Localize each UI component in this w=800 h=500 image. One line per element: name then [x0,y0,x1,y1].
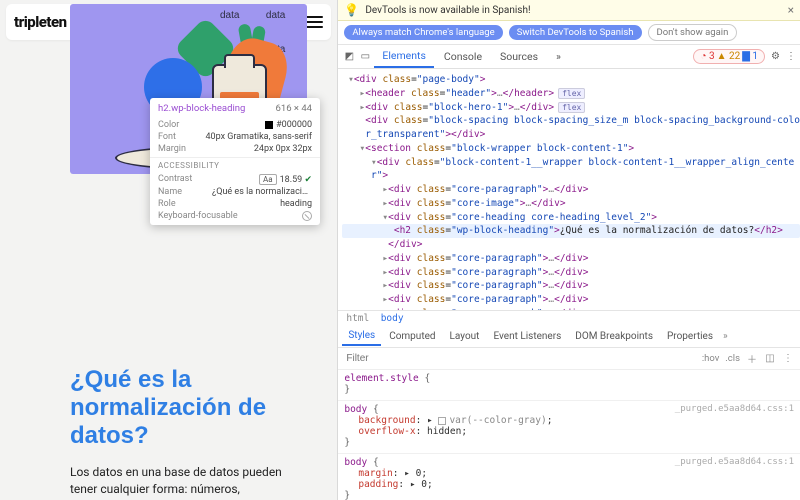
tooltip-value: ¿Qué es la normalización de datos? [212,187,312,197]
tooltip-selector: h2.wp-block-heading [158,103,245,114]
style-source-link[interactable]: _purged.e5aa8d64.css:1 [675,404,794,414]
subtab-layout[interactable]: Layout [444,328,486,345]
tooltip-key: Color [158,120,179,130]
styles-panel[interactable]: element.style { } _purged.e5aa8d64.css:1… [338,370,800,500]
tooltip-value [302,211,312,224]
tooltip-key: Keyboard-focusable [158,211,238,224]
tab-sources[interactable]: Sources [492,46,546,67]
devtools-infobar: 💡 DevTools is now available in Spanish! … [338,0,800,21]
tooltip-value: Aa18.59 ✔ [259,174,312,185]
kebab-icon[interactable]: ⋮ [786,51,796,62]
tab-console[interactable]: Console [436,46,490,67]
data-label: data [220,10,239,21]
devtools-tabbar: ◩ ▭ Elements Console Sources » ◔ 3 ▲ 22 … [338,45,800,69]
match-language-button[interactable]: Always match Chrome's language [344,25,502,40]
dom-breadcrumb[interactable]: html body [338,310,800,326]
subtab-computed[interactable]: Computed [383,328,441,345]
new-style-rule-icon[interactable]: ＋ [746,351,758,366]
subtab-properties[interactable]: Properties [661,328,719,345]
subtab-overflow[interactable]: » [723,331,728,342]
dom-tree[interactable]: ▾<div class="page-body"> ▸<header class=… [338,69,800,310]
hov-toggle[interactable]: :hov [702,353,719,364]
tooltip-value: #000000 [265,120,312,130]
devtools-pane: 💡 DevTools is now available in Spanish! … [337,0,800,500]
tab-overflow[interactable]: » [548,46,569,67]
tooltip-value: 24px 0px 32px [254,144,312,154]
styles-tabbar: Styles Computed Layout Event Listeners D… [338,326,800,348]
tooltip-key: Font [158,132,176,142]
article-content: data data data data h2.wp-block-heading … [70,0,307,500]
cls-toggle[interactable]: .cls [725,353,740,364]
tab-elements[interactable]: Elements [374,45,434,68]
dont-show-again-button[interactable]: Don't show again [648,24,738,41]
site-logo[interactable]: tripleten [14,13,67,31]
subtab-styles[interactable]: Styles [342,327,381,346]
tooltip-key: Margin [158,144,186,154]
subtab-event-listeners[interactable]: Event Listeners [487,328,567,345]
tooltip-accessibility-label: ACCESSIBILITY [150,157,320,173]
lightbulb-icon: 💡 [344,3,359,17]
subtab-dom-breakpoints[interactable]: DOM Breakpoints [569,328,659,345]
article-paragraph: Los datos en una base de datos pueden te… [70,464,307,500]
menu-icon[interactable] [305,16,323,28]
tooltip-value: 40px Gramatika, sans-serif [205,132,312,142]
tooltip-key: Name [158,187,182,197]
tooltip-value: heading [280,199,312,209]
issue-counts[interactable]: ◔ 3 ▲ 22 ▇ 1 [693,49,765,64]
switch-language-button[interactable]: Switch DevTools to Spanish [509,25,642,40]
data-label: data [266,10,285,21]
close-icon[interactable]: × [788,3,794,17]
infobar-text: DevTools is now available in Spanish! [365,5,530,16]
computed-toggle-icon[interactable]: ◫ [764,353,776,364]
webpage-pane: tripleten Inscríbete data data data data… [0,0,337,500]
element-inspect-tooltip: h2.wp-block-heading 616 × 44 Color #00000… [150,98,320,225]
style-source-link[interactable]: _purged.e5aa8d64.css:1 [675,457,794,467]
tooltip-key: Contrast [158,174,192,185]
more-actions-icon[interactable]: ⋮ [782,353,794,364]
language-chipline: Always match Chrome's language Switch De… [338,21,800,45]
device-toolbar-icon[interactable]: ▭ [358,50,372,64]
gear-icon[interactable]: ⚙ [771,51,780,62]
styles-filter-input[interactable] [344,350,695,367]
tooltip-dimensions: 616 × 44 [276,103,312,114]
inspect-icon[interactable]: ◩ [342,50,356,64]
styles-filterbar: :hov .cls ＋ ◫ ⋮ [338,348,800,370]
tooltip-key: Role [158,199,176,209]
article-heading: ¿Qué es la normalización de datos? [70,366,307,450]
